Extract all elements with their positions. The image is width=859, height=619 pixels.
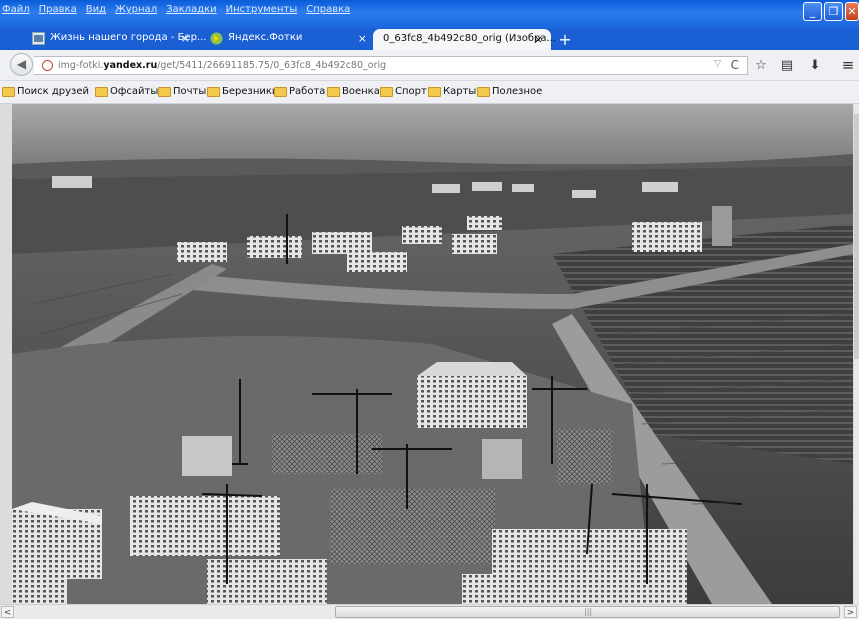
menu-bookmarks[interactable]: Закладки (166, 4, 217, 15)
new-tab-button[interactable]: + (556, 30, 574, 49)
vertical-scrollbar[interactable] (854, 104, 859, 604)
folder-icon (207, 87, 220, 97)
tab-close-button[interactable]: × (534, 33, 543, 46)
url-host: yandex.ru (103, 60, 158, 71)
menu-help[interactable]: Справка (306, 4, 350, 15)
bookmark-military[interactable]: Военка (342, 86, 380, 97)
url-bar[interactable]: img-fotki.yandex.ru/get/5411/26691185.75… (34, 56, 748, 75)
bookmark-star-icon[interactable]: ☆ (753, 58, 769, 74)
folder-icon (274, 87, 287, 97)
scroll-left-button[interactable]: < (1, 606, 14, 618)
menu-view[interactable]: Вид (86, 4, 106, 15)
folder-icon (95, 87, 108, 97)
url-text: img-fotki.yandex.ru/get/5411/26691185.75… (58, 60, 386, 71)
horizontal-scroll-thumb[interactable]: ||| (335, 606, 840, 618)
menu-tools[interactable]: Инструменты (226, 4, 298, 15)
folder-icon (428, 87, 441, 97)
bookmark-find-friends[interactable]: Поиск друзей (17, 86, 89, 97)
tab-close-button[interactable]: × (358, 32, 367, 45)
bookmark-work[interactable]: Работа (289, 86, 325, 97)
menu-hamburger-icon[interactable]: ≡ (840, 58, 856, 74)
url-prefix: img-fotki. (58, 60, 104, 71)
tab-close-button[interactable]: × (181, 32, 190, 45)
history-dropdown-icon[interactable]: ▽ (714, 59, 721, 69)
tab-title: 0_63fc8_4b492c80_orig (Изобра... (383, 33, 557, 44)
bookmark-sport[interactable]: Спорт (395, 86, 427, 97)
scroll-grip: ||| (584, 607, 593, 616)
image-viewport (0, 104, 859, 604)
folder-icon (477, 87, 490, 97)
tab-title: Яндекс.Фотки (228, 32, 303, 43)
title-bar: Файл Правка Вид Журнал Закладки Инструме… (0, 0, 859, 30)
tab-image-active[interactable]: 0_63fc8_4b492c80_orig (Изобра... × (373, 29, 556, 50)
folder-icon (2, 87, 15, 97)
menu-file[interactable]: Файл (2, 4, 30, 15)
bookmark-useful[interactable]: Полезное (492, 86, 542, 97)
aerial-city-photo (12, 104, 853, 604)
reload-button[interactable]: C (731, 58, 739, 72)
scroll-right-button[interactable]: > (844, 606, 857, 618)
navigation-bar: img-fotki.yandex.ru/get/5411/26691185.75… (0, 50, 859, 81)
menu-bar: Файл Правка Вид Журнал Закладки Инструме… (2, 4, 359, 15)
folder-icon (158, 87, 171, 97)
menu-history[interactable]: Журнал (115, 4, 157, 15)
photo-icon (32, 32, 45, 45)
restore-button[interactable]: ❐ (824, 2, 843, 21)
bookmark-mail[interactable]: Почты (173, 86, 206, 97)
bookmark-maps[interactable]: Карты (443, 86, 476, 97)
tab-city-life[interactable]: Жизнь нашего города - Бер... × (22, 28, 206, 50)
folder-icon (327, 87, 340, 97)
vertical-scroll-thumb[interactable] (854, 114, 859, 359)
tab-yandex-fotki[interactable]: Яндекс.Фотки × (200, 28, 375, 50)
site-identity-icon[interactable] (42, 60, 53, 71)
url-path: /get/5411/26691185.75/0_63fc8_4b492c80_o… (157, 60, 387, 71)
yandex-fotki-icon (210, 32, 223, 45)
reading-list-icon[interactable]: ▤ (779, 58, 795, 74)
folder-icon (380, 87, 393, 97)
close-window-button[interactable]: ✕ (845, 2, 859, 21)
bookmarks-bar: Поиск друзей Офсайты Почты Березники Раб… (0, 81, 859, 104)
back-button[interactable]: ◀ (10, 53, 33, 76)
minimize-button[interactable]: _ (803, 2, 822, 21)
bookmark-berezniki[interactable]: Березники (222, 86, 278, 97)
horizontal-scrollbar[interactable]: < ||| > (0, 604, 859, 619)
window-controls: _ ❐ ✕ (801, 2, 859, 21)
bookmark-official-sites[interactable]: Офсайты (110, 86, 158, 97)
tab-strip: Жизнь нашего города - Бер... × Яндекс.Фо… (0, 28, 859, 50)
menu-edit[interactable]: Правка (39, 4, 77, 15)
downloads-icon[interactable]: ⬇ (807, 58, 823, 74)
